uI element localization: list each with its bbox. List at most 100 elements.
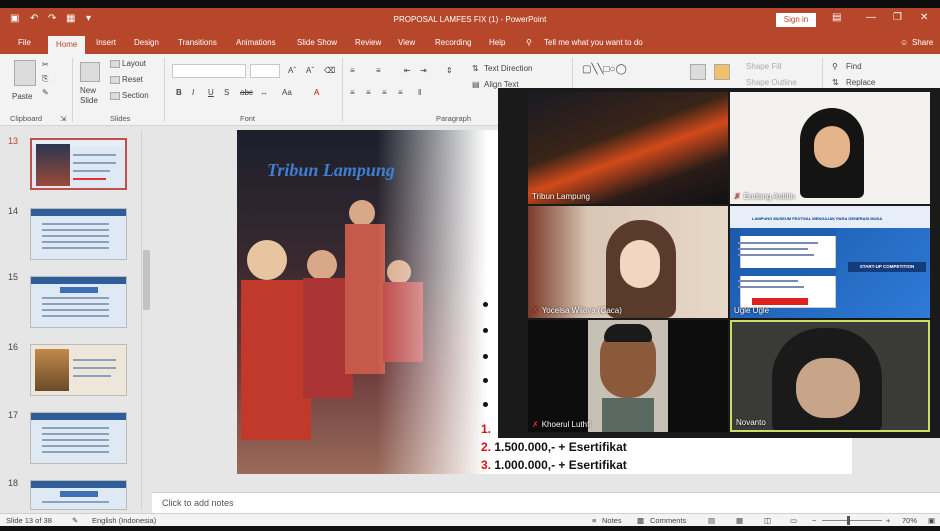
align-center-icon[interactable]: ≡ <box>366 88 371 97</box>
thumbnail-scrollbar[interactable] <box>141 130 151 510</box>
participant-name: Khoerul Luthfi <box>541 420 592 429</box>
font-size-dropdown[interactable] <box>250 64 280 78</box>
lightbulb-icon: ⚲ <box>526 38 532 47</box>
tab-slide-show[interactable]: Slide Show <box>297 38 337 47</box>
group-paragraph: Paragraph <box>436 114 472 123</box>
notes-pane[interactable]: Click to add notes <box>152 492 940 513</box>
shape-outline-button[interactable]: Shape Outline <box>746 78 797 87</box>
thumbnail-slide-15[interactable] <box>30 276 127 328</box>
justify-icon[interactable]: ≡ <box>398 88 403 97</box>
fit-slide-icon[interactable]: ▣ <box>928 516 935 525</box>
shapes-gallery[interactable]: ▢╲╲□○◯ <box>582 64 627 75</box>
thumbnail-slide-18[interactable] <box>30 480 127 510</box>
slide-show-icon[interactable]: ▭ <box>790 516 797 525</box>
reset-button[interactable]: Reset <box>122 75 143 84</box>
thumbnail-slide-17[interactable] <box>30 412 127 464</box>
tab-animations[interactable]: Animations <box>236 38 276 47</box>
align-left-icon[interactable]: ≡ <box>350 88 355 97</box>
participant-name: Novanto <box>736 418 766 427</box>
share-button[interactable]: Share <box>912 38 933 47</box>
new-slide-button[interactable]: New Slide <box>80 86 104 106</box>
tell-me-search[interactable]: Tell me what you want to do <box>544 38 643 47</box>
numbering-icon[interactable]: ≡ <box>376 66 381 75</box>
participant-tile[interactable]: ✗ Yocelsa Wijaya (Caca) <box>528 206 728 318</box>
font-color-icon[interactable]: A <box>314 88 319 97</box>
normal-view-icon[interactable]: ▤ <box>708 516 715 525</box>
replace-button[interactable]: Replace <box>846 78 875 87</box>
tab-recording[interactable]: Recording <box>435 38 471 47</box>
italic-icon[interactable]: I <box>192 88 194 97</box>
tab-view[interactable]: View <box>398 38 415 47</box>
increase-indent-icon[interactable]: ⇥ <box>420 66 427 75</box>
paste-label[interactable]: Paste <box>12 92 32 101</box>
participant-tile-active-speaker[interactable]: Novanto <box>730 320 930 432</box>
tab-insert[interactable]: Insert <box>96 38 116 47</box>
strikethrough-icon[interactable]: abc <box>240 88 253 97</box>
share-icon[interactable]: ☺ <box>900 38 908 47</box>
tab-review[interactable]: Review <box>355 38 381 47</box>
zoom-in-icon[interactable]: + <box>886 516 890 525</box>
columns-icon[interactable]: ‖ <box>418 88 421 97</box>
spellcheck-icon[interactable]: ✎ <box>72 516 78 525</box>
layout-button[interactable]: Layout <box>122 59 146 68</box>
zoom-level[interactable]: 70% <box>902 516 917 525</box>
format-painter-icon[interactable]: ✎ <box>42 88 49 97</box>
tab-design[interactable]: Design <box>134 38 159 47</box>
find-button[interactable]: Find <box>846 62 862 71</box>
participant-tile[interactable]: ✗ Khoerul Luthfi <box>528 320 728 432</box>
restore-icon[interactable]: ❐ <box>893 12 902 23</box>
new-slide-icon[interactable] <box>80 62 100 82</box>
bullets-icon[interactable]: ≡ <box>350 66 355 75</box>
line-spacing-icon[interactable]: ⇕ <box>446 66 453 75</box>
text-direction-button[interactable]: Text Direction <box>484 64 532 73</box>
sign-in-button[interactable]: Sign in <box>776 13 816 27</box>
language-indicator[interactable]: English (Indonesia) <box>92 516 156 525</box>
paste-icon[interactable] <box>14 60 36 86</box>
increase-font-icon[interactable]: Aˆ <box>288 66 296 75</box>
tab-home[interactable]: Home <box>48 36 86 54</box>
tab-file[interactable]: File <box>18 38 31 47</box>
bold-icon[interactable]: B <box>176 88 182 97</box>
thumbnail-slide-14[interactable] <box>30 208 127 260</box>
close-icon[interactable]: ✕ <box>920 12 928 23</box>
participant-tile[interactable]: LAMPUNG MUSEUM FESTIVAL MENGAJAK PARA GE… <box>730 206 930 318</box>
align-right-icon[interactable]: ≡ <box>382 88 387 97</box>
zoom-slider[interactable] <box>822 520 882 521</box>
zoom-slider-handle[interactable] <box>847 516 850 525</box>
tab-help[interactable]: Help <box>489 38 505 47</box>
copy-icon[interactable]: ⎘ <box>42 74 48 84</box>
slide-sorter-icon[interactable]: ▦ <box>736 516 743 525</box>
slide-counter: Slide 13 of 38 <box>6 516 52 525</box>
participant-name: Ugle Ugle <box>734 306 770 315</box>
prize-line-3: 3. 1.000.000,- + Esertifikat <box>481 458 627 472</box>
underline-icon[interactable]: U <box>208 88 214 97</box>
change-case-button[interactable]: Aa <box>282 88 292 97</box>
comments-toggle[interactable]: Comments <box>650 516 686 525</box>
clipboard-launcher-icon[interactable]: ⇲ <box>60 114 66 123</box>
tab-transitions[interactable]: Transitions <box>178 38 217 47</box>
thumbnail-slide-16[interactable] <box>30 344 127 396</box>
cut-icon[interactable]: ✂ <box>42 60 49 69</box>
ribbon-tabs: File Home Insert Design Transitions Anim… <box>0 32 940 54</box>
notes-toggle[interactable]: Notes <box>602 516 622 525</box>
thumbnail-number: 17 <box>8 410 19 420</box>
zoom-out-icon[interactable]: − <box>812 516 816 525</box>
poster-title: LAMPUNG MUSEUM FESTIVAL MENGAJAK PARA GE… <box>752 216 883 221</box>
clear-formatting-icon[interactable]: ⌫ <box>324 66 335 75</box>
decrease-indent-icon[interactable]: ⇤ <box>404 66 411 75</box>
thumbnail-slide-13[interactable] <box>30 138 127 190</box>
participant-tile[interactable]: Tribun Lampung <box>528 92 728 204</box>
section-button[interactable]: Section <box>122 91 149 100</box>
reading-view-icon[interactable]: ◫ <box>764 516 771 525</box>
minimize-icon[interactable]: — <box>866 12 876 23</box>
participant-tile[interactable]: ✗ Endang Astitin <box>730 92 930 204</box>
quick-styles-icon[interactable] <box>714 64 730 80</box>
decrease-font-icon[interactable]: Aˇ <box>306 66 314 75</box>
font-name-dropdown[interactable] <box>172 64 246 78</box>
character-spacing-icon[interactable]: ↔ <box>260 88 268 97</box>
poster-start-up-banner: START-UP COMPETITION <box>848 262 926 272</box>
shape-fill-button[interactable]: Shape Fill <box>746 62 782 71</box>
arrange-icon[interactable] <box>690 64 706 80</box>
ribbon-display-options-icon[interactable]: ▤ <box>832 12 841 23</box>
shadow-icon[interactable]: S <box>224 88 229 97</box>
